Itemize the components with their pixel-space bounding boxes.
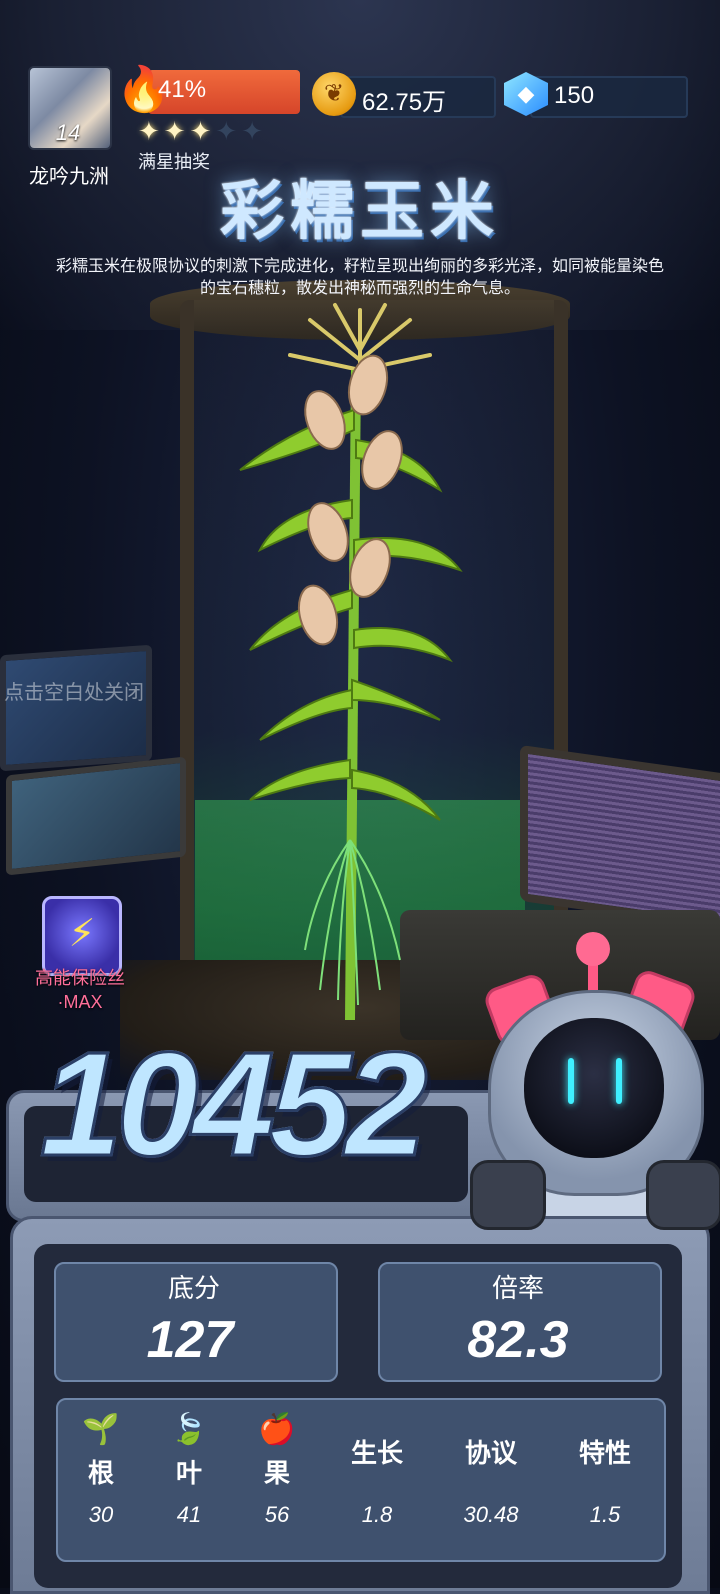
total-score: 10452 bbox=[39, 1020, 430, 1190]
attribute-value: 1.5 bbox=[589, 1502, 621, 1527]
star-icon: ✦ bbox=[189, 116, 216, 146]
multiplier-label: 倍率 bbox=[491, 1273, 544, 1303]
coin-sprout-icon: ❦ bbox=[312, 72, 356, 116]
crop-description: 彩糯玉米在极限协议的刺激下完成进化，籽粒呈现出绚丽的多彩光泽，如同被能量染色的宝… bbox=[55, 258, 664, 297]
attribute-leaf: 🍃 叶 41 bbox=[144, 1410, 234, 1528]
close-hint[interactable]: 点击空白处关闭 bbox=[4, 676, 144, 705]
left-monitor-top bbox=[0, 644, 152, 772]
robot-visor bbox=[524, 1018, 664, 1158]
attribute-name: 根 bbox=[87, 1458, 114, 1488]
fire-progress-percent: 41% bbox=[158, 76, 207, 103]
buff-label: 高能保险丝 ·MAX bbox=[20, 966, 140, 1014]
attribute-fruit: 🍎 果 56 bbox=[232, 1410, 322, 1528]
attribute-name: 生长 bbox=[350, 1438, 403, 1468]
robot-right-eye bbox=[616, 1058, 622, 1104]
right-monitor bbox=[520, 744, 720, 932]
base-score-label: 底分 bbox=[167, 1273, 220, 1303]
robot-left-hand bbox=[470, 1160, 546, 1230]
leaf-icon: 🍃 bbox=[170, 1413, 208, 1446]
attribute-root: 🌱 根 30 bbox=[56, 1410, 146, 1528]
attribute-value: 56 bbox=[264, 1502, 290, 1527]
buff-level: ·MAX bbox=[57, 992, 103, 1012]
base-score-value: 127 bbox=[146, 1311, 234, 1369]
attribute-name: 特性 bbox=[578, 1438, 631, 1468]
multiplier-value: 82.3 bbox=[467, 1311, 569, 1369]
attribute-name: 叶 bbox=[175, 1458, 202, 1488]
star-rating[interactable]: ✦✦✦✦✦ bbox=[138, 116, 267, 147]
star-empty-icon: ✦ bbox=[241, 116, 267, 146]
robot-left-eye bbox=[568, 1058, 574, 1104]
attribute-value: 1.8 bbox=[361, 1502, 393, 1527]
robot-antenna-ball bbox=[576, 932, 610, 966]
attribute-value: 30.48 bbox=[463, 1502, 519, 1527]
robot-right-hand bbox=[646, 1160, 720, 1230]
attribute-value: 41 bbox=[176, 1502, 202, 1527]
flame-icon: 🔥 bbox=[116, 65, 171, 114]
star-icon: ✦ bbox=[138, 116, 164, 146]
player-level: 14 bbox=[55, 120, 81, 145]
star-icon: ✦ bbox=[163, 116, 190, 146]
gold-amount: 62.75万 bbox=[362, 89, 447, 116]
attribute-value: 30 bbox=[88, 1502, 114, 1527]
gem-amount: 150 bbox=[554, 82, 595, 109]
attribute-name: 协议 bbox=[464, 1438, 517, 1468]
left-monitor-bottom bbox=[6, 756, 186, 876]
crop-title: 彩糯玉米 bbox=[220, 175, 500, 247]
root-icon: 🌱 bbox=[82, 1413, 120, 1446]
attribute-trait: 特性 1.5 bbox=[560, 1410, 650, 1528]
attribute-protocol: 协议 30.48 bbox=[446, 1410, 536, 1528]
corn-plant-illustration bbox=[239, 303, 463, 1020]
attribute-growth: 生长 1.8 bbox=[332, 1410, 422, 1528]
attribute-name: 果 bbox=[263, 1458, 290, 1488]
buff-name: 高能保险丝 bbox=[35, 968, 125, 988]
apple-icon: 🍎 bbox=[258, 1413, 296, 1446]
star-empty-icon: ✦ bbox=[215, 116, 242, 146]
lightning-shield-icon[interactable]: ⚡ bbox=[42, 896, 122, 976]
